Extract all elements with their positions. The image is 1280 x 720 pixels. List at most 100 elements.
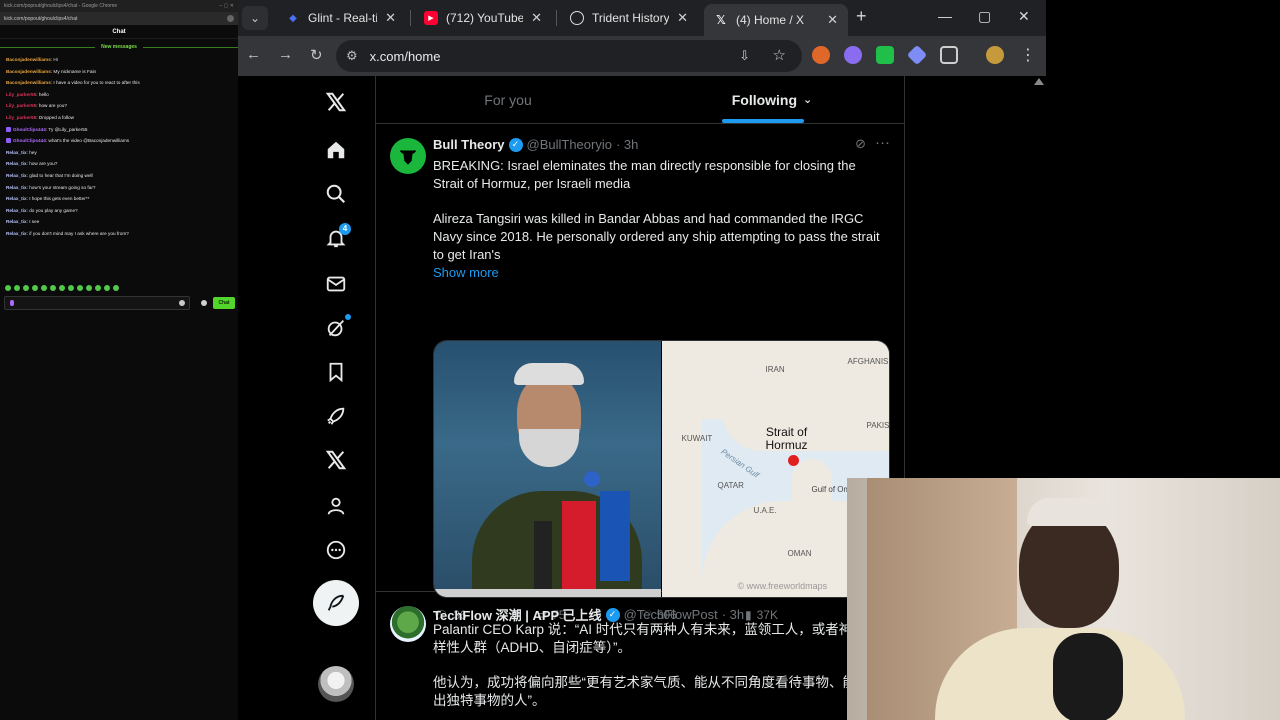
emote-icon[interactable] <box>104 285 110 291</box>
chat-username[interactable]: Baconjadenwilliams <box>6 80 51 85</box>
emote-icon[interactable] <box>50 285 56 291</box>
more-options-icon[interactable] <box>324 538 348 562</box>
emote-icon[interactable] <box>113 285 119 291</box>
emote-icon[interactable] <box>68 285 74 291</box>
chat-message: Lily_parker55: how are you? <box>6 100 232 112</box>
more-options-icon[interactable]: ··· <box>875 134 890 151</box>
chat-username[interactable]: Baconjadenwilliams <box>6 69 51 74</box>
close-icon[interactable]: ✕ <box>531 10 542 26</box>
site-info-icon[interactable] <box>227 15 234 22</box>
metamask-extension-icon[interactable] <box>812 46 830 64</box>
profile-avatar[interactable] <box>986 46 1004 64</box>
tab-for-you[interactable]: For you <box>376 76 640 123</box>
chat-message: Relax_tix: how are you? <box>6 158 232 170</box>
tweet[interactable]: Bull Theory ✓ @BullTheoryio · 3h ⊘ ··· B… <box>376 124 904 622</box>
map-label-oman: OMAN <box>787 549 812 558</box>
home-icon[interactable] <box>324 138 348 162</box>
emote-icon[interactable] <box>23 285 29 291</box>
premium-x-icon[interactable] <box>324 448 348 472</box>
author-avatar[interactable] <box>390 606 426 642</box>
chat-username[interactable]: GhoulClips444 <box>13 127 46 132</box>
emote-icon[interactable] <box>5 285 11 291</box>
tab-x-home[interactable]: 𝕏 (4) Home / X ✕ <box>704 4 848 36</box>
window-close-icon[interactable]: ✕ <box>1018 8 1030 25</box>
chat-username[interactable]: Lily_parker55 <box>6 103 36 108</box>
chat-username[interactable]: Relax_tix <box>6 173 27 178</box>
search-icon[interactable] <box>324 182 348 206</box>
grok-icon[interactable] <box>324 316 348 340</box>
close-icon[interactable]: ✕ <box>385 10 396 26</box>
chat-message-text: : I hope this gets even better** <box>26 196 90 202</box>
chat-emote-bar[interactable] <box>5 285 119 291</box>
chat-window-controls[interactable]: – ▢ ✕ <box>220 3 234 9</box>
emote-icon[interactable] <box>59 285 65 291</box>
emote-icon[interactable] <box>95 285 101 291</box>
tweet[interactable]: TechFlow 深潮 | APP 已上线 ✓ @TechFlowPost · … <box>376 592 904 720</box>
chat-username[interactable]: Relax_tix <box>6 196 27 201</box>
screen: kick.com/popout/ghoulclips4/chat - Googl… <box>0 0 1280 720</box>
extension-icon[interactable] <box>906 44 928 66</box>
chat-username[interactable]: Relax_tix <box>6 208 27 213</box>
extensions-puzzle-icon[interactable] <box>940 46 958 64</box>
site-settings-icon[interactable]: ⚙ <box>346 48 358 64</box>
grok-explain-icon[interactable]: ⊘ <box>855 136 866 152</box>
author-avatar[interactable] <box>390 138 426 174</box>
extension-icon[interactable] <box>844 46 862 64</box>
emote-icon[interactable] <box>86 285 92 291</box>
chat-username[interactable]: Relax_tix <box>6 150 27 155</box>
forward-icon[interactable]: → <box>278 46 293 63</box>
show-more-link[interactable]: Show more <box>433 265 499 280</box>
maximize-icon[interactable]: ▢ <box>978 8 991 25</box>
chat-message-input[interactable] <box>4 296 190 310</box>
tab-trident-history[interactable]: Trident History an ✕ <box>560 4 698 32</box>
rocket-icon[interactable] <box>324 404 348 428</box>
chat-username[interactable]: GhoulClips444 <box>13 138 46 143</box>
install-app-icon[interactable]: ⇩ <box>739 48 750 64</box>
chat-username[interactable]: Relax_tix <box>6 219 27 224</box>
bookmark-star-icon[interactable]: ☆ <box>773 46 786 64</box>
chat-username[interactable]: Baconjadenwilliams <box>6 57 51 62</box>
emote-icon[interactable] <box>77 285 83 291</box>
emote-icon[interactable] <box>32 285 38 291</box>
tweet-time[interactable]: · 3h <box>722 607 744 622</box>
profile-icon[interactable] <box>324 494 348 518</box>
bookmarks-icon[interactable] <box>324 360 348 384</box>
tab-following[interactable]: Following ⌄ <box>640 76 904 123</box>
tab-search-chevron-icon[interactable]: ⌄ <box>242 6 268 30</box>
chat-send-button[interactable]: Chat <box>213 297 235 309</box>
compose-post-button[interactable] <box>313 580 359 626</box>
chat-username[interactable]: Lily_parker55 <box>6 92 36 97</box>
chat-url-bar[interactable]: kick.com/popout/ghoulclips4/chat <box>0 12 238 25</box>
scrollbar-up-arrow-icon[interactable] <box>1034 78 1044 85</box>
chat-username[interactable]: Relax_tix <box>6 161 27 166</box>
back-icon[interactable]: ← <box>246 46 261 63</box>
new-tab-icon[interactable]: + <box>856 6 867 27</box>
chat-username[interactable]: Lily_parker55 <box>6 115 36 120</box>
messages-envelope-icon[interactable] <box>324 272 348 296</box>
account-avatar[interactable] <box>318 666 354 702</box>
address-bar[interactable]: ⚙ x.com/home ⇩ ☆ <box>336 40 802 72</box>
chat-message: Baconjadenwilliams: Hi <box>6 54 232 66</box>
chat-username[interactable]: Relax_tix <box>6 185 27 190</box>
tweet-time[interactable]: · 3h <box>616 137 638 152</box>
close-icon[interactable]: ✕ <box>677 10 688 26</box>
close-icon[interactable]: ✕ <box>827 12 838 28</box>
reload-icon[interactable]: ↻ <box>310 46 323 64</box>
browser-menu-icon[interactable]: ⋮ <box>1020 45 1036 65</box>
extension-icon[interactable] <box>876 46 894 64</box>
emote-icon[interactable] <box>14 285 20 291</box>
tab-youtube[interactable]: ▶ (712) YouTube ✕ <box>414 4 552 32</box>
microphone-icon[interactable] <box>10 300 14 306</box>
chat-username[interactable]: Relax_tix <box>6 231 27 236</box>
gear-icon[interactable] <box>201 300 207 306</box>
author-handle[interactable]: @TechFlowPost <box>624 607 718 622</box>
x-logo-icon[interactable] <box>324 90 348 114</box>
commander-photo[interactable] <box>434 341 661 597</box>
author-handle[interactable]: @BullTheoryio <box>527 137 612 152</box>
tweet-media[interactable]: IRAN AFGHANIS PAKIST KUWAIT Persian Gulf… <box>433 340 890 598</box>
minimize-icon[interactable]: — <box>938 8 952 24</box>
emoji-icon[interactable] <box>179 300 185 306</box>
emote-icon[interactable] <box>41 285 47 291</box>
author-name[interactable]: Bull Theory <box>433 137 505 152</box>
tab-glint[interactable]: ◆ Glint - Real-time ✕ <box>276 4 406 32</box>
